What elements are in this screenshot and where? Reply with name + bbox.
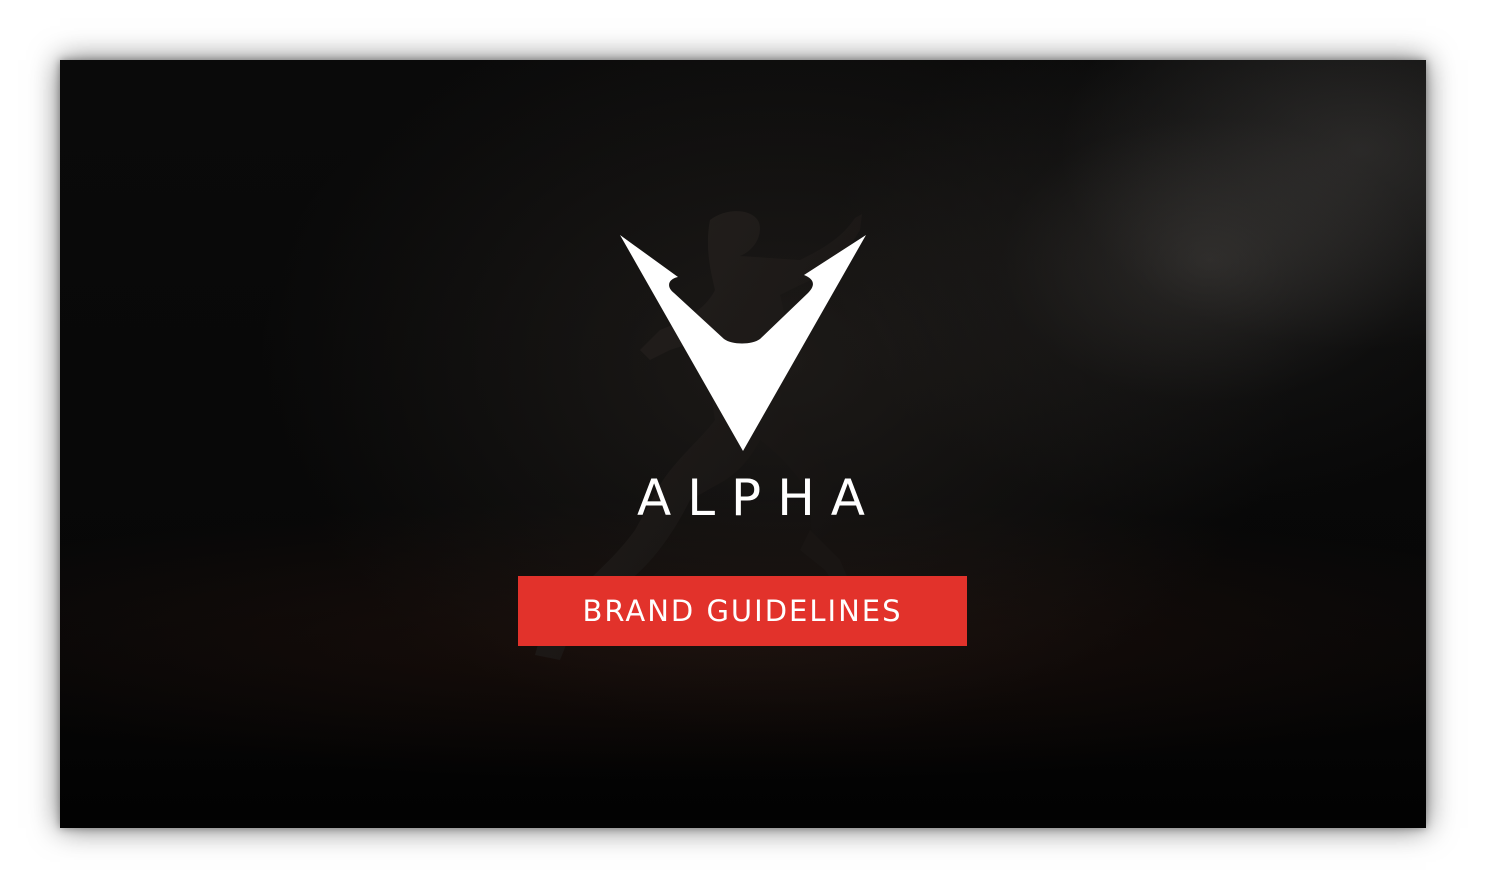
cover-slide: ALPHA BRAND GUIDELINES xyxy=(60,60,1426,828)
alpha-wordmark: ALPHA xyxy=(636,469,881,527)
brand-guidelines-banner: BRAND GUIDELINES xyxy=(518,576,967,646)
alpha-v-logo-icon xyxy=(620,235,866,451)
brand-guidelines-label: BRAND GUIDELINES xyxy=(582,594,903,628)
